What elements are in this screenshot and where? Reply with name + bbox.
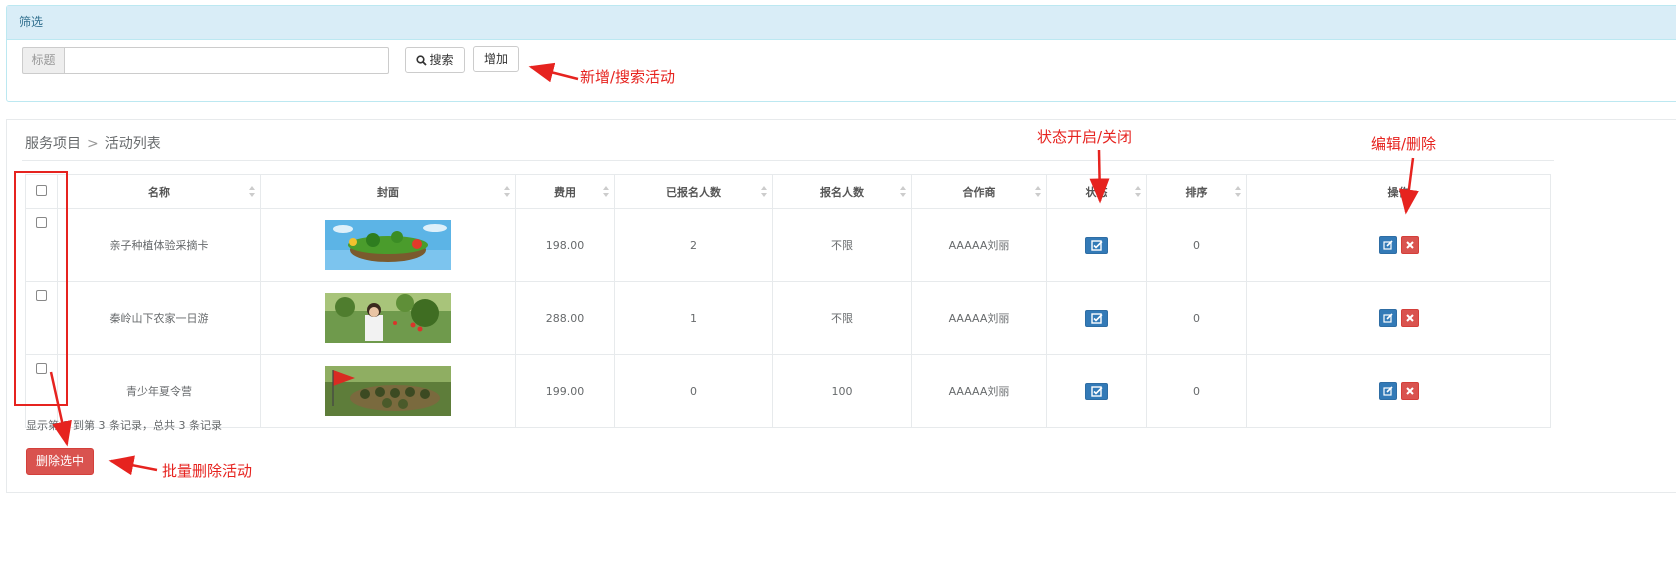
quota-cell: 不限	[772, 281, 912, 355]
times-icon	[1405, 314, 1414, 322]
cover-image	[325, 293, 451, 343]
title-search-group: 标题	[22, 47, 389, 74]
table-row: 青少年夏令营 199.00 0 100 AAAAA刘丽 0	[25, 354, 1551, 428]
cover-image	[325, 366, 451, 416]
breadcrumb-section[interactable]: 服务项目	[25, 136, 81, 152]
delete-selected-button[interactable]: 删除选中	[26, 448, 94, 475]
column-header-registered[interactable]: 已报名人数	[614, 174, 773, 209]
search-button-label: 搜索	[429, 53, 454, 67]
sort-icon	[900, 186, 907, 197]
column-header-cover[interactable]: 封面	[260, 174, 516, 209]
edit-button[interactable]	[1378, 309, 1397, 327]
registered-cell: 2	[614, 208, 773, 282]
sort-cell: 0	[1146, 281, 1247, 355]
fee-cell: 198.00	[515, 208, 615, 282]
status-cell	[1046, 281, 1147, 355]
annotation-status-toggle: 状态开启/关闭	[1037, 128, 1133, 146]
delete-button[interactable]	[1400, 309, 1419, 327]
edit-icon	[1382, 386, 1393, 396]
status-cell	[1046, 208, 1147, 282]
sort-icon	[603, 186, 610, 197]
status-toggle-button[interactable]	[1085, 382, 1108, 400]
registered-cell: 1	[614, 281, 773, 355]
column-header-fee[interactable]: 费用	[515, 174, 615, 209]
cover-cell	[260, 208, 516, 282]
breadcrumb-separator: >	[87, 136, 99, 152]
column-header-partner[interactable]: 合作商	[911, 174, 1047, 209]
title-input[interactable]	[64, 47, 389, 74]
divider	[22, 160, 1554, 161]
registered-cell: 0	[614, 354, 773, 428]
times-icon	[1405, 241, 1414, 249]
column-header-actions: 操作	[1246, 174, 1551, 209]
cover-cell	[260, 281, 516, 355]
column-header-name[interactable]: 名称	[57, 174, 261, 209]
search-icon	[416, 55, 428, 66]
actions-cell	[1246, 208, 1551, 282]
partner-cell: AAAAA刘丽	[911, 281, 1047, 355]
sort-cell: 0	[1146, 354, 1247, 428]
delete-button[interactable]	[1400, 382, 1419, 400]
sort-icon	[1135, 186, 1142, 197]
pagination-info: 显示第 1 到第 3 条记录，总共 3 条记录	[26, 419, 222, 432]
status-toggle-button[interactable]	[1085, 236, 1108, 254]
search-button[interactable]: 搜索	[405, 47, 465, 73]
actions-cell	[1246, 354, 1551, 428]
breadcrumb: 服务项目 > 活动列表	[25, 133, 161, 153]
status-toggle-button[interactable]	[1085, 309, 1108, 327]
activity-table: 名称 封面 费用 已报名人数 报名人数 合作商 状态 排序 操作 亲子种植体验采…	[25, 174, 1551, 428]
check-square-icon	[1091, 312, 1103, 324]
name-cell: 秦岭山下农家一日游	[57, 281, 261, 355]
column-header-quota[interactable]: 报名人数	[772, 174, 912, 209]
annotation-add-search: 新增/搜索活动	[580, 68, 676, 86]
edit-button[interactable]	[1378, 236, 1397, 254]
column-header-sort[interactable]: 排序	[1146, 174, 1247, 209]
check-square-icon	[1091, 385, 1103, 397]
add-button[interactable]: 增加	[473, 46, 519, 72]
table-row: 秦岭山下农家一日游 288.00 1 不限 AAAAA刘丽 0	[25, 281, 1551, 355]
sort-icon	[1235, 186, 1242, 197]
partner-cell: AAAAA刘丽	[911, 208, 1047, 282]
sort-icon	[1035, 186, 1042, 197]
sort-cell: 0	[1146, 208, 1247, 282]
times-icon	[1405, 387, 1414, 395]
edit-icon	[1382, 313, 1393, 323]
check-square-icon	[1091, 239, 1103, 251]
annotation-edit-delete: 编辑/删除	[1371, 135, 1437, 153]
breadcrumb-page: 活动列表	[104, 136, 161, 152]
name-cell: 亲子种植体验采摘卡	[57, 208, 261, 282]
edit-icon	[1382, 240, 1393, 250]
table-header-row: 名称 封面 费用 已报名人数 报名人数 合作商 状态 排序 操作	[25, 174, 1551, 209]
quota-cell: 100	[772, 354, 912, 428]
table-row: 亲子种植体验采摘卡 198.00 2 不限 AAAAA刘丽 0	[25, 208, 1551, 282]
annotation-checkbox-highlight	[14, 171, 68, 406]
quota-cell: 不限	[772, 208, 912, 282]
status-cell	[1046, 354, 1147, 428]
delete-button[interactable]	[1400, 236, 1419, 254]
fee-cell: 288.00	[515, 281, 615, 355]
sort-icon	[249, 186, 256, 197]
filter-heading: 筛选	[7, 6, 1676, 40]
fee-cell: 199.00	[515, 354, 615, 428]
annotation-batch-delete: 批量删除活动	[162, 462, 253, 480]
actions-cell	[1246, 281, 1551, 355]
column-header-status[interactable]: 状态	[1046, 174, 1147, 209]
edit-button[interactable]	[1378, 382, 1397, 400]
cover-image	[325, 220, 451, 270]
partner-cell: AAAAA刘丽	[911, 354, 1047, 428]
title-addon: 标题	[22, 47, 64, 74]
sort-icon	[504, 186, 511, 197]
sort-icon	[761, 186, 768, 197]
cover-cell	[260, 354, 516, 428]
